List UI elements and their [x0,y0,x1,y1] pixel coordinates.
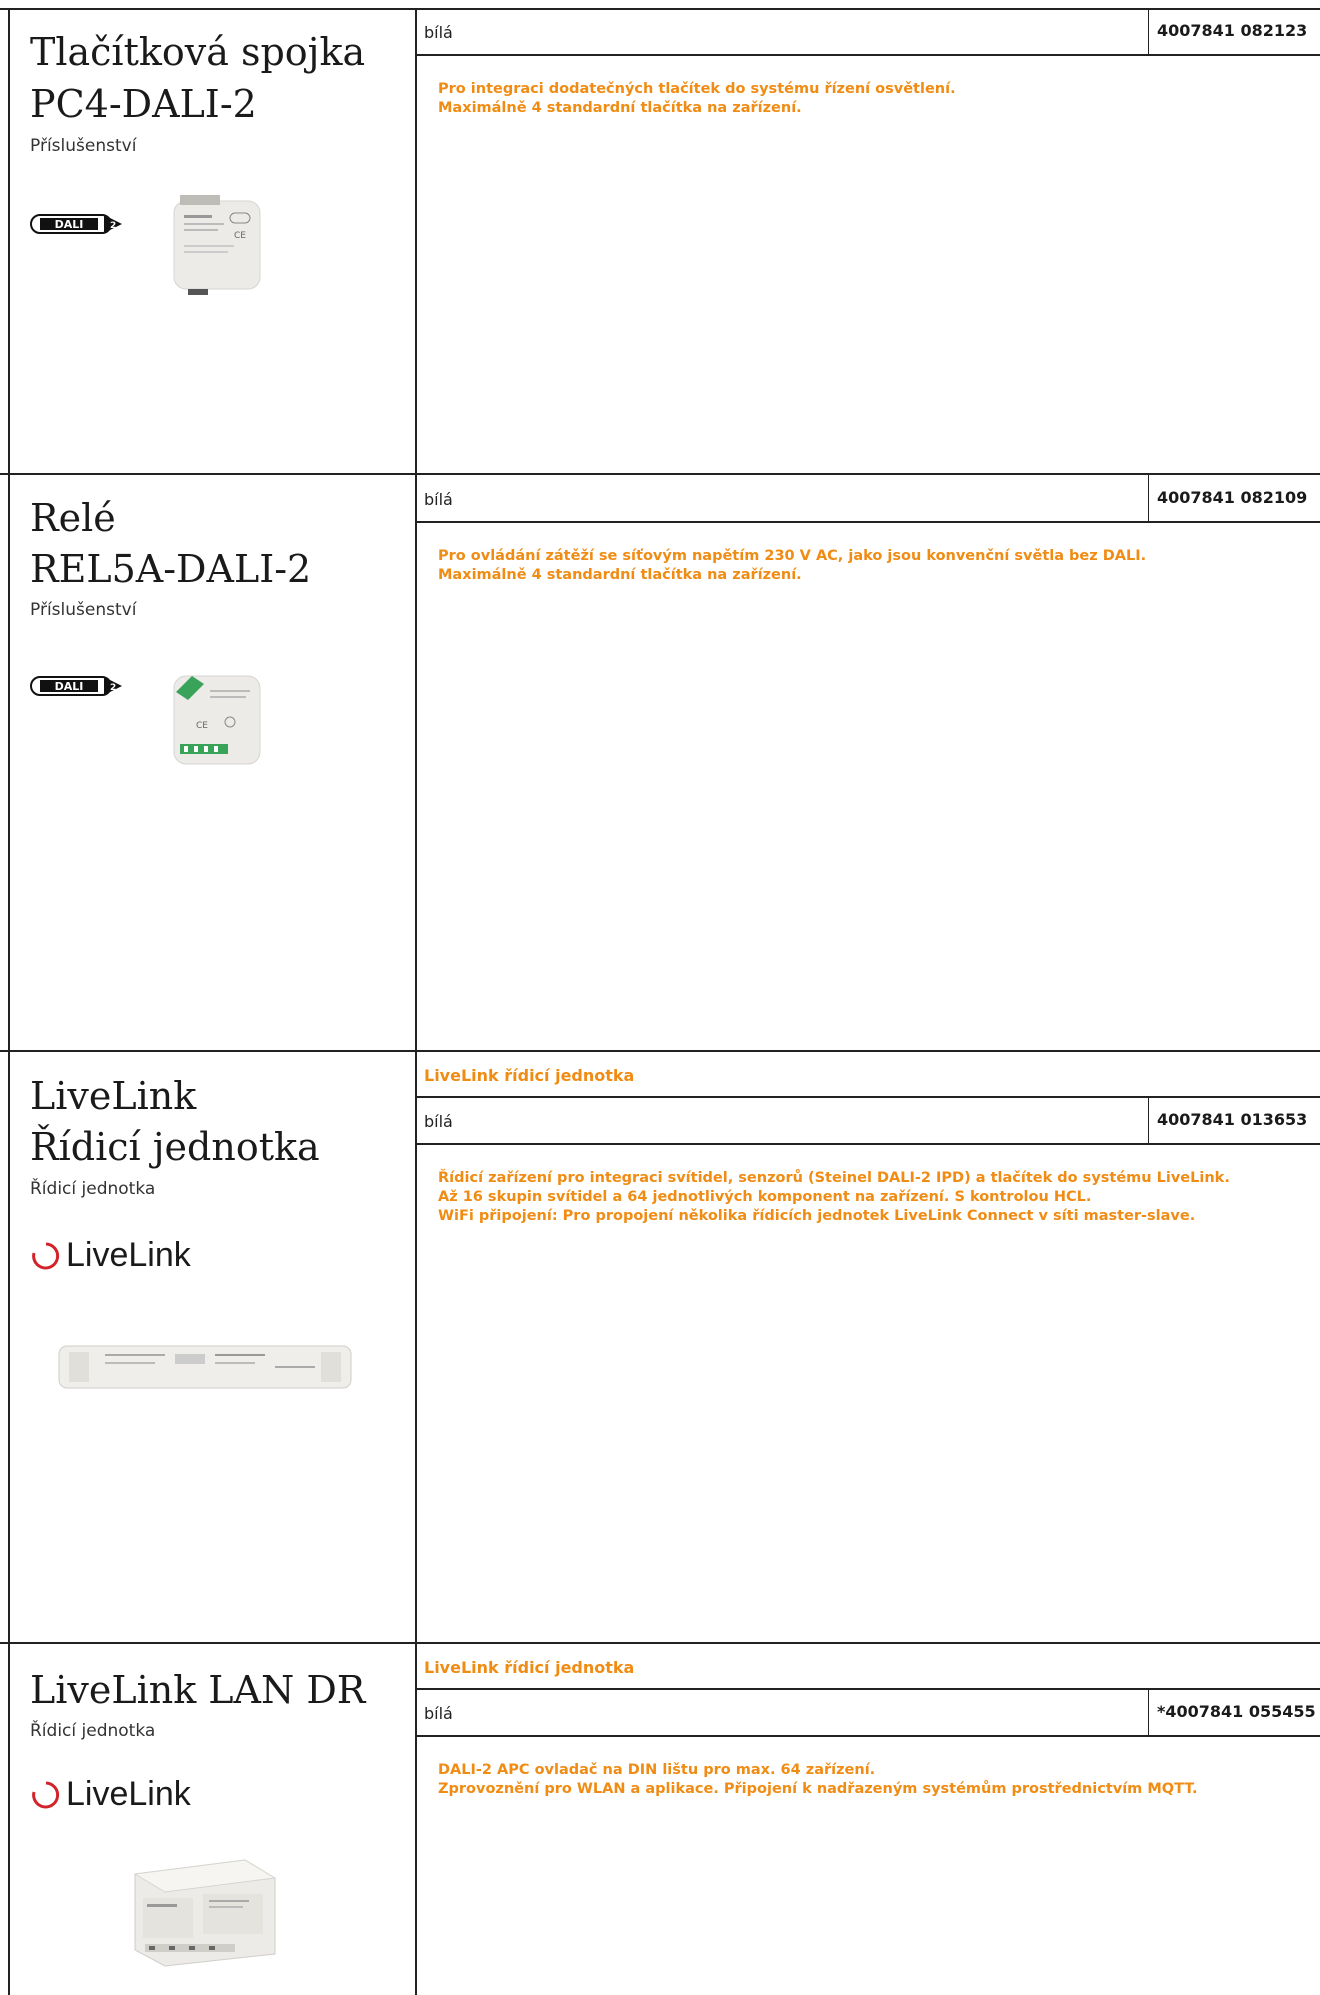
ean-code: *4007841 055455 [1148,1689,1320,1735]
product-details: bílá 4007841 082109 Pro ovládání zátěží … [416,475,1320,1050]
svg-text:2: 2 [110,683,116,693]
product-section-4: LiveLink LAN DR Řídicí jednotka LiveLink… [0,1644,1320,1995]
description-line-2: Zprovoznění pro WLAN a aplikace. Připoje… [438,1781,1198,1797]
control-unit-image [58,1345,352,1389]
ean-code: 4007841 082109 [1148,475,1320,521]
description-line-2: Maximálně 4 standardní tlačítka na zaříz… [438,567,802,583]
product-title-line-2: REL5A-DALI-2 [30,547,312,591]
product-details: bílá 4007841 082123 Pro integraci dodate… [416,8,1320,473]
row-divider [416,1143,1320,1145]
product-details: LiveLink řídicí jednotka bílá 4007841 01… [416,1052,1320,1642]
product-subtitle: Řídicí jednotka [30,1179,156,1199]
color-label: bílá [424,1112,453,1131]
product-title-line-1: LiveLink [30,1074,197,1118]
row-divider [416,521,1320,523]
product-title-line-2: Řídicí jednotka [30,1125,320,1169]
livelink-logo: LiveLink [28,1774,191,1814]
push-button-coupler-image: CE [173,195,261,295]
svg-text:CE: CE [234,231,246,241]
product-title-line-1: LiveLink LAN DR [30,1668,366,1712]
description-line-1: Pro ovládání zátěží se síťovým napětím 2… [438,548,1147,564]
row-divider [416,1735,1320,1737]
description-line-2: Maximálně 4 standardní tlačítka na zaříz… [438,100,802,116]
product-subtitle: Příslušenství [30,600,137,620]
row-divider [416,54,1320,56]
livelink-ring-icon [32,1242,60,1270]
dali-2-badge: DALI 2 [30,676,122,696]
product-section-3: LiveLink Řídicí jednotka Řídicí jednotka… [0,1052,1320,1642]
svg-text:DALI: DALI [55,680,84,693]
livelink-ring-icon [32,1781,60,1809]
description-line-2: Až 16 skupin svítidel a 64 jednotlivých … [438,1189,1092,1205]
livelink-brand-text: LiveLink [66,1774,191,1813]
svg-text:DALI: DALI [55,218,84,231]
description-line-1: Pro integraci dodatečných tlačítek do sy… [438,81,956,97]
product-section-1: Tlačítková spojka PC4-DALI-2 Příslušenst… [0,8,1320,473]
product-title-line-1: Relé [30,496,116,540]
din-rail-controller-image [133,1859,277,1967]
ean-code: 4007841 082123 [1148,8,1320,54]
category-label: LiveLink řídicí jednotka [424,1658,635,1677]
description-line-3: WiFi připojení: Pro propojení několika ř… [438,1208,1196,1224]
product-section-2: Relé REL5A-DALI-2 Příslušenství DALI 2 C… [0,475,1320,1050]
color-label: bílá [424,1704,453,1723]
svg-text:2: 2 [110,221,116,231]
color-label: bílá [424,490,453,509]
product-title-line-2: PC4-DALI-2 [30,82,257,126]
description-line-1: DALI-2 APC ovladač na DIN lištu pro max.… [438,1762,876,1778]
product-subtitle: Řídicí jednotka [30,1721,156,1741]
livelink-logo: LiveLink [28,1235,191,1275]
product-subtitle: Příslušenství [30,136,137,156]
category-label: LiveLink řídicí jednotka [424,1066,635,1085]
color-label: bílá [424,23,453,42]
description-line-1: Řídicí zařízení pro integraci svítidel, … [438,1170,1230,1186]
svg-text:CE: CE [196,721,208,731]
dali-2-badge: DALI 2 [30,214,122,234]
ean-code: 4007841 013653 [1148,1097,1320,1143]
relay-module-image: CE [173,675,261,765]
product-details: LiveLink řídicí jednotka bílá *4007841 0… [416,1644,1320,1995]
product-title-line-1: Tlačítková spojka [30,30,366,74]
livelink-brand-text: LiveLink [66,1235,191,1274]
